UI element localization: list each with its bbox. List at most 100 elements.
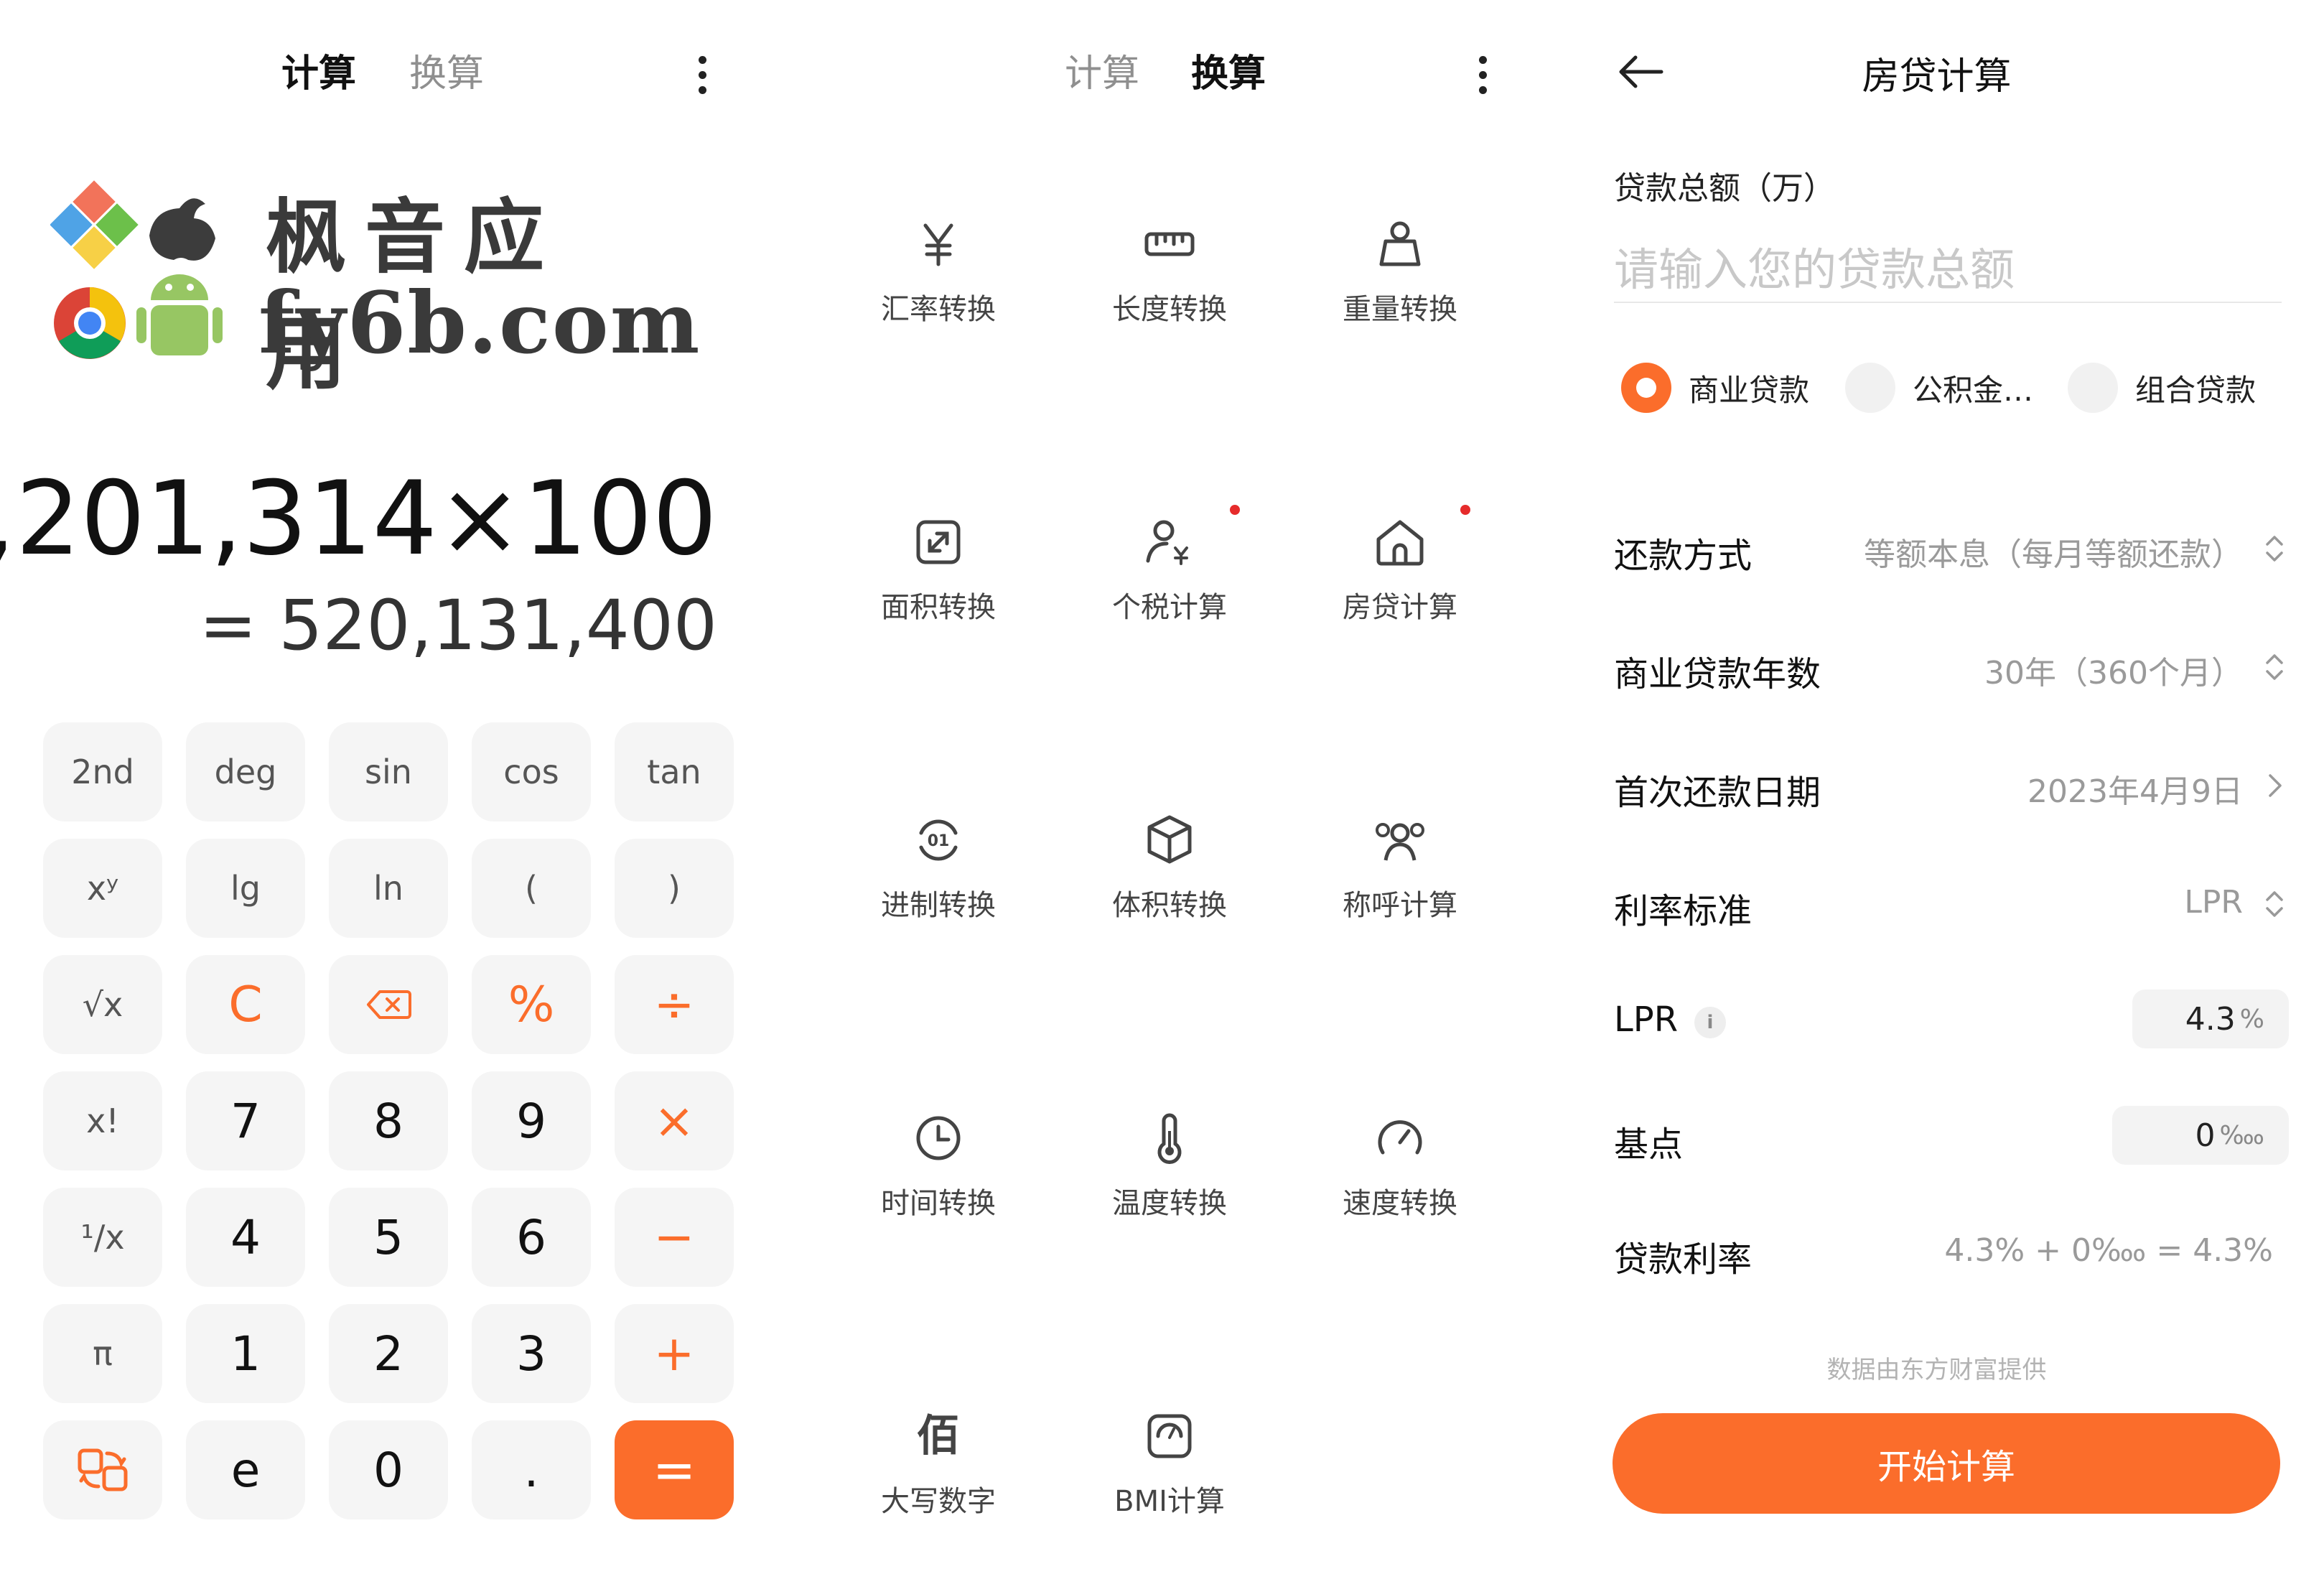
mode-tabs: 计算 换算 [0,43,775,108]
converter-item-label: BMI计算 [1114,1485,1225,1518]
converter-item-label: 房贷计算 [1343,591,1457,624]
mode-tabs: 计算 换算 [775,43,1549,108]
radio-unselected-icon [2068,363,2118,413]
converter-item[interactable]: 称呼计算 [1307,811,1493,923]
house-icon [1376,520,1424,566]
backspace-key[interactable] [329,955,448,1054]
converter-item[interactable]: 长度转换 [1076,215,1263,327]
deg-key[interactable]: deg [186,722,305,821]
lpr-input[interactable] [2156,1000,2236,1038]
converter-item[interactable]: 佰大写数字 [845,1407,1032,1519]
digit-5-key[interactable]: 5 [329,1188,448,1287]
pi-key[interactable]: π [43,1304,162,1403]
yen-icon [923,223,953,266]
more-menu-icon[interactable] [699,56,709,101]
converter-item[interactable]: 速度转换 [1307,1109,1493,1221]
left-paren-key[interactable]: ( [472,839,591,938]
data-source-note: 数据由东方财富提供 [1826,1356,2047,1384]
row-label: 商业贷款年数 [1614,654,1821,694]
loan-type-commercial[interactable]: 商业贷款 [1621,359,1809,416]
factorial-key[interactable]: x! [43,1071,162,1170]
plus-key[interactable]: + [615,1304,734,1403]
right-paren-key[interactable]: ) [615,839,734,938]
basis-point-input[interactable] [2136,1117,2216,1154]
converter-item-label: 汇率转换 [881,293,996,326]
equals-key[interactable]: = [615,1420,734,1519]
chinese-numeral-icon: 佰 [917,1411,960,1461]
row-label: 首次还款日期 [1614,773,1821,813]
converter-item[interactable]: 个税计算 [1076,505,1263,625]
cos-key[interactable]: cos [472,722,591,821]
digit-2-key[interactable]: 2 [329,1304,448,1403]
converter-item[interactable]: 房贷计算 [1307,505,1493,625]
converter-item[interactable]: 01 进制转换 [845,811,1032,923]
clock-icon [916,1116,961,1160]
row-label: LPR [1614,1000,1679,1040]
digit-9-key[interactable]: 9 [472,1071,591,1170]
binary-icon: 01 [919,819,958,861]
app-logos-icon [50,180,223,359]
basis-point-field: ‱ [2111,1106,2289,1165]
info-icon[interactable]: i [1694,1007,1726,1038]
tan-key[interactable]: tan [615,722,734,821]
loan-amount-input[interactable] [1614,237,2282,303]
reciprocal-key[interactable]: ¹/x [43,1188,162,1287]
row-value: LPR [2184,884,2243,921]
tab-calculate[interactable]: 计算 [281,43,356,97]
digit-3-key[interactable]: 3 [472,1304,591,1403]
minus-key[interactable]: − [615,1188,734,1287]
updown-chevron-icon [2266,891,2283,917]
converter-item-label: 进制转换 [881,889,996,922]
digit-4-key[interactable]: 4 [186,1188,305,1287]
digit-7-key[interactable]: 7 [186,1071,305,1170]
rate-standard-row[interactable]: 利率标准 LPR [1614,872,2289,937]
digit-6-key[interactable]: 6 [472,1188,591,1287]
converter-item[interactable]: BMI计算 [1076,1407,1263,1519]
start-calculation-button[interactable]: 开始计算 [1613,1413,2280,1514]
new-badge-icon [1230,505,1240,515]
tab-convert[interactable]: 换算 [409,43,484,97]
power-key[interactable]: xʸ [43,839,162,938]
converter-item[interactable]: 时间转换 [845,1109,1032,1221]
loan-years-row[interactable]: 商业贷款年数 30年（360个月） [1614,635,2289,700]
repayment-method-row[interactable]: 还款方式 等额本息（每月等额还款） [1614,517,2289,582]
multiply-key[interactable]: × [615,1071,734,1170]
second-function-key[interactable]: 2nd [43,722,162,821]
row-label: 利率标准 [1614,891,1753,931]
converter-item[interactable]: 重量转换 [1307,215,1493,327]
page-title: 房贷计算 [1862,55,2012,98]
row-value: 30年（360个月） [1984,655,2243,692]
converter-item[interactable]: 体积转换 [1076,811,1263,923]
row-label: 贷款利率 [1614,1239,1753,1280]
converter-item-label: 温度转换 [1112,1187,1227,1220]
tab-calculate[interactable]: 计算 [1065,43,1139,97]
digit-8-key[interactable]: 8 [329,1071,448,1170]
row-value: 4.3% + 0‱ = 4.3% [1944,1232,2273,1269]
ln-key[interactable]: ln [329,839,448,938]
divide-key[interactable]: ÷ [615,955,734,1054]
ruler-icon [1144,232,1195,256]
digit-1-key[interactable]: 1 [186,1304,305,1403]
more-menu-icon[interactable] [1479,56,1489,101]
decimal-key[interactable]: . [472,1420,591,1519]
log-key[interactable]: lg [186,839,305,938]
sqrt-key[interactable]: √x [43,955,162,1054]
sin-key[interactable]: sin [329,722,448,821]
converter-item[interactable]: 温度转换 [1076,1109,1263,1221]
loan-type-label: 组合贷款 [2135,372,2257,408]
percent-key[interactable]: % [472,955,591,1054]
converter-item[interactable]: 汇率转换 [845,215,1032,327]
bmi-scale-icon [1147,1414,1192,1458]
people-icon [1376,823,1424,861]
loan-type-provident[interactable]: 公积金… [1845,359,2033,416]
loan-type-combined[interactable]: 组合贷款 [2068,359,2256,416]
unit-label: % [2239,1004,2264,1034]
converter-item[interactable]: 面积转换 [845,513,1032,625]
digit-0-key[interactable]: 0 [329,1420,448,1519]
converter-item-label: 重量转换 [1343,293,1457,326]
euler-key[interactable]: e [186,1420,305,1519]
clear-key[interactable]: C [186,955,305,1054]
switch-mode-key[interactable] [43,1420,162,1519]
first-payment-date-row[interactable]: 首次还款日期 2023年4月9日 [1614,754,2289,819]
tab-convert[interactable]: 换算 [1191,43,1266,97]
